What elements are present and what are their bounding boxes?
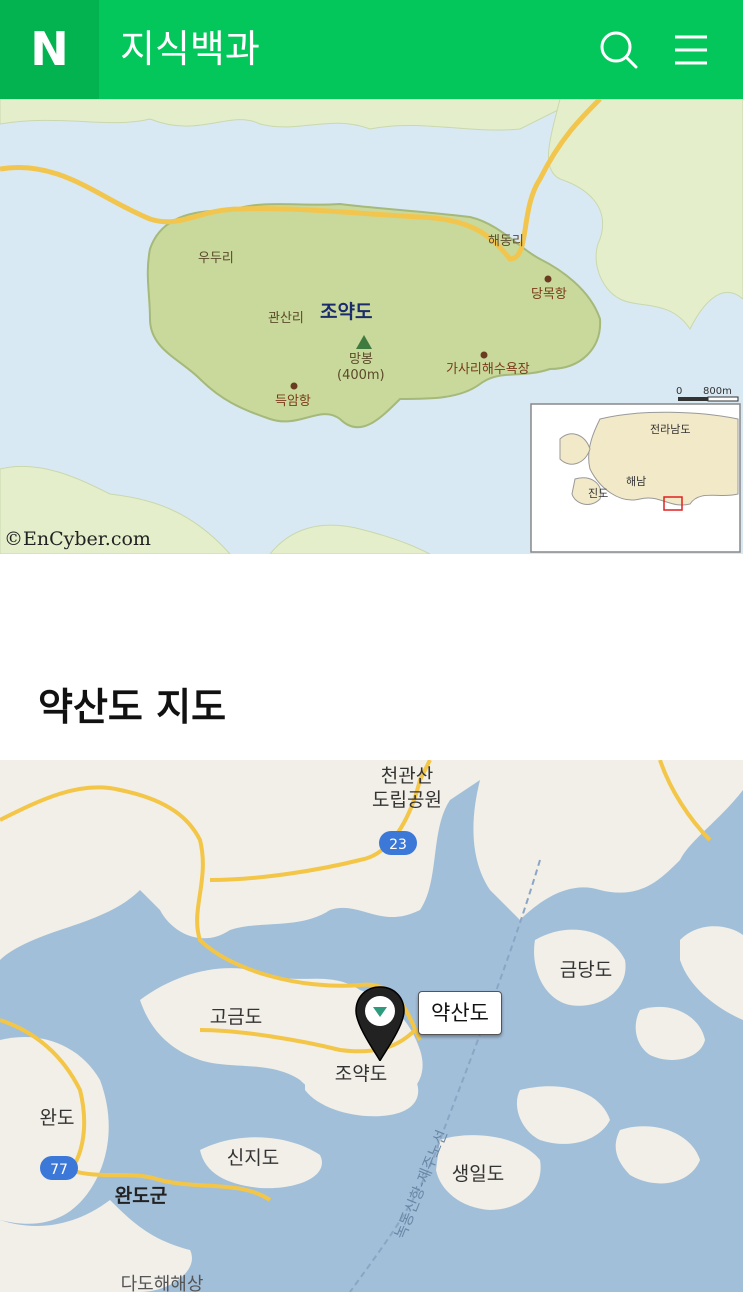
map2-label-joyakdo: 조약도 (335, 1063, 387, 1085)
map2-label-geumdangdo: 금당도 (560, 959, 612, 981)
inset-locator-map: 전라남도 진도 해남 (530, 403, 741, 553)
map2-label-park-1: 천관산 (381, 765, 433, 787)
map-label-deukam: 득암항 (275, 394, 311, 409)
map-label-haedong: 해동리 (488, 234, 524, 249)
map2-label-wando: 완도 (40, 1107, 75, 1129)
map-label-udu: 우두리 (198, 251, 234, 266)
service-title[interactable]: 지식백과 (120, 24, 260, 74)
top-app-bar: N 지식백과 (0, 0, 743, 99)
pin-label[interactable]: 약산도 (418, 991, 502, 1035)
map-label-gwansan: 관산리 (268, 311, 304, 326)
inset-label-jindo: 진도 (588, 487, 608, 500)
location-pin-icon[interactable] (352, 985, 408, 1063)
map-label-peak: 망봉 (349, 352, 373, 367)
inset-label-province: 전라남도 (650, 423, 690, 436)
map-label-peak-height: (400m) (337, 368, 385, 383)
inset-label-haenam: 해남 (626, 474, 646, 488)
map2-label-sinjido: 신지도 (227, 1147, 279, 1169)
scale-zero: 0 (676, 386, 682, 397)
scale-distance: 800m (703, 386, 732, 397)
map-copyright: ©EnCyber.com (4, 528, 151, 550)
map2-label-park-2: 도립공원 (372, 789, 442, 811)
joyakdo-illustrated-map[interactable]: 우두리 해동리 당목항 관산리 조약도 망봉 (400m) 가사리해수욕장 득암… (0, 99, 743, 554)
search-icon[interactable] (594, 26, 642, 74)
map2-label-gogeumdo: 고금도 (210, 1006, 262, 1028)
map-label-island: 조약도 (320, 301, 372, 323)
map2-label-wando-gun: 완도군 (115, 1185, 167, 1207)
map-label-dangmok: 당목항 (531, 287, 567, 302)
menu-icon[interactable] (667, 26, 715, 74)
map2-label-saengildo: 생일도 (452, 1163, 504, 1185)
route-77-shield: 77 (50, 1162, 68, 1178)
map2-label-sea-park: 다도해해상 (121, 1274, 204, 1292)
section-title: 약산도 지도 (38, 685, 227, 729)
route-23-shield: 23 (389, 837, 407, 853)
naver-logo[interactable]: N (0, 0, 99, 99)
map-label-beach: 가사리해수욕장 (446, 362, 530, 377)
